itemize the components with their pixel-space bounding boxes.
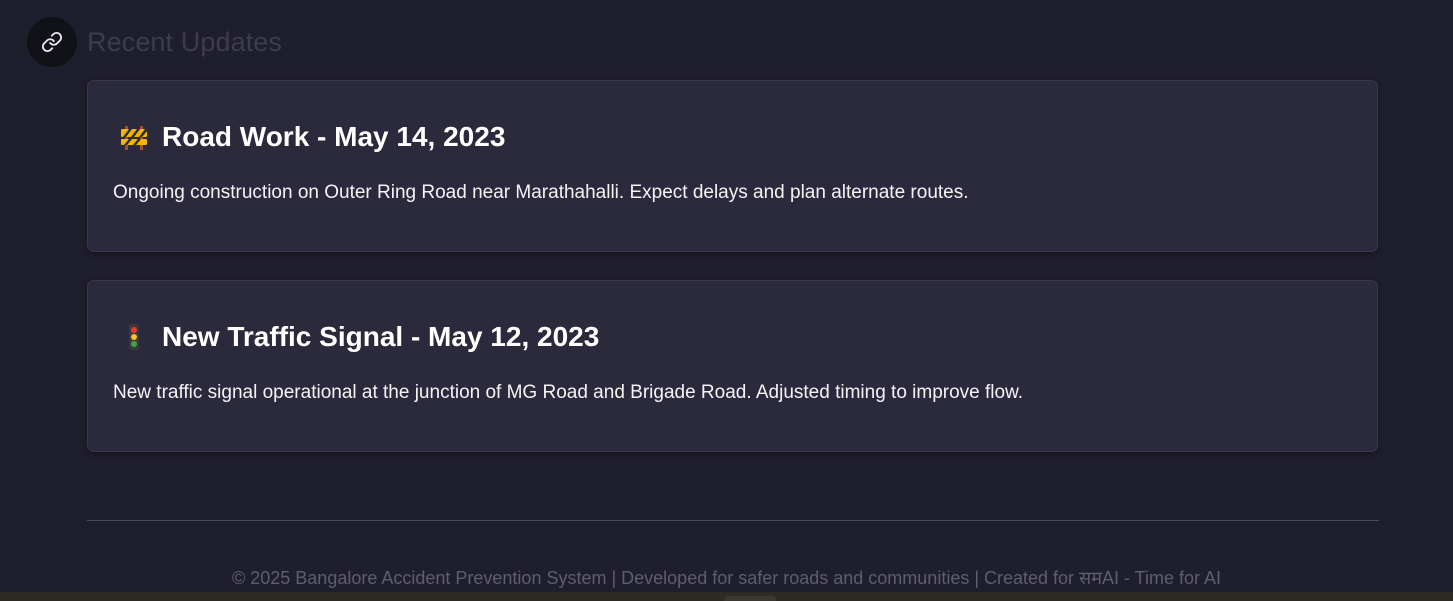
scroll-handle[interactable] <box>724 596 776 601</box>
update-title: New Traffic Signal - May 12, 2023 <box>162 321 600 352</box>
update-text: New traffic signal operational at the ju… <box>113 382 1024 403</box>
footer-text: © 2025 Bangalore Accident Prevention Sys… <box>231 568 1222 588</box>
page: Recent Updates Road Work - May 14, 2023 … <box>0 0 1453 601</box>
construction-barrier-icon <box>118 121 150 153</box>
link-icon <box>41 31 63 53</box>
update-text: Ongoing construction on Outer Ring Road … <box>113 182 969 203</box>
section-header: Recent Updates <box>27 17 282 67</box>
update-title-row: New Traffic Signal - May 12, 2023 <box>118 321 599 353</box>
update-title: Road Work - May 14, 2023 <box>162 121 506 152</box>
section-title: Recent Updates <box>87 26 283 57</box>
anchor-link-button[interactable] <box>27 17 77 67</box>
update-card: Road Work - May 14, 2023 Ongoing constru… <box>87 80 1378 252</box>
traffic-light-icon <box>118 321 150 353</box>
update-card: New Traffic Signal - May 12, 2023 New tr… <box>87 280 1378 452</box>
footer-divider <box>87 520 1379 521</box>
update-title-row: Road Work - May 14, 2023 <box>118 121 505 153</box>
